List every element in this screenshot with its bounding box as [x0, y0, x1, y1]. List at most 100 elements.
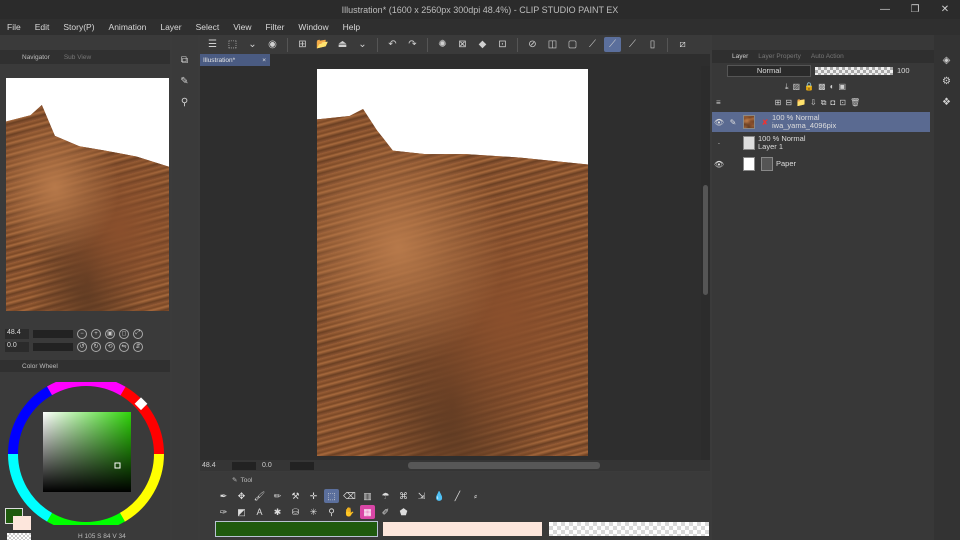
transfer-icon[interactable]: ⇩ — [810, 98, 817, 108]
opacity-value[interactable]: 100 — [897, 66, 910, 75]
pattern-icon[interactable]: ▦ — [360, 505, 375, 519]
pencil-icon[interactable]: ✏ — [270, 489, 285, 503]
menu-window[interactable]: Window — [291, 22, 335, 32]
actual-size-icon[interactable]: ◻ — [119, 328, 129, 339]
layer-property-tab[interactable]: Layer Property — [758, 53, 801, 60]
airbrush-icon[interactable]: ✐ — [378, 505, 393, 519]
layer-search-icon[interactable]: ⧉ — [176, 53, 193, 68]
help-icon[interactable]: ⧄ — [674, 37, 691, 52]
color-wheel-tab[interactable]: Color Wheel — [22, 363, 58, 370]
pen-icon[interactable]: ✒ — [216, 489, 231, 503]
material-icon[interactable]: ❖ — [938, 95, 955, 110]
navigator-rotate-value[interactable]: 0.0 — [5, 341, 29, 352]
rotate-right-icon[interactable]: ↻ — [91, 341, 101, 352]
layer-row[interactable]: 👁 Paper — [712, 154, 930, 174]
new-raster-icon[interactable]: ⊞ — [775, 98, 782, 108]
deselect-icon[interactable]: ⊘ — [524, 37, 541, 52]
menu-help[interactable]: Help — [336, 22, 367, 32]
layers-icon[interactable]: ◈ — [938, 53, 955, 68]
zoom-icon[interactable]: ⚲ — [324, 505, 339, 519]
menu-filter[interactable]: Filter — [259, 22, 292, 32]
status-zoom-slider[interactable] — [232, 461, 256, 470]
menu-animation[interactable]: Animation — [102, 22, 154, 32]
transparent-color-bar[interactable] — [549, 522, 709, 536]
balloon-icon[interactable]: ✱ — [270, 505, 285, 519]
color-icon[interactable]: ▣ — [838, 82, 846, 92]
tool-tab[interactable]: ✎ Tool — [232, 475, 272, 485]
close-tab-icon[interactable]: × — [262, 57, 266, 64]
clip-studio-icon[interactable]: ⬚ — [224, 37, 241, 52]
shape-icon[interactable]: ⌘ — [396, 489, 411, 503]
eye-icon[interactable]: · — [712, 139, 726, 148]
tools-icon[interactable]: ⚒ — [288, 489, 303, 503]
snap-ruler-icon[interactable]: ⟋ — [584, 37, 601, 52]
sparkle-icon[interactable]: ✳ — [306, 505, 321, 519]
document-tab[interactable]: Illustration* × — [200, 54, 270, 66]
mask-off-icon[interactable]: ✘ — [758, 118, 772, 127]
main-color-bar[interactable] — [215, 521, 378, 537]
menu-file[interactable]: File — [0, 22, 28, 32]
pen-tool-icon[interactable]: ✎ — [176, 74, 193, 89]
lock-icon[interactable]: 🔒 — [804, 82, 814, 92]
dropper-icon[interactable]: ⸗ — [468, 489, 483, 503]
transparent-color-swatch[interactable] — [7, 533, 31, 540]
eye-icon[interactable]: 👁 — [712, 118, 726, 127]
navigator-preview[interactable] — [6, 78, 169, 311]
delete-layer-icon[interactable]: 🗑 — [850, 98, 860, 108]
decoration-icon[interactable]: ⬟ — [396, 505, 411, 519]
clear-icon[interactable]: ⊠ — [454, 37, 471, 52]
text-icon[interactable]: A — [252, 505, 267, 519]
menu-view[interactable]: View — [226, 22, 258, 32]
menu-select[interactable]: Select — [189, 22, 227, 32]
menu-edit[interactable]: Edit — [28, 22, 57, 32]
phone-icon[interactable]: ▯ — [644, 37, 661, 52]
brush-icon[interactable]: 🖌 — [252, 489, 267, 503]
blend-mode-select[interactable]: Normal — [727, 64, 811, 77]
flip-horizontal-icon[interactable]: ⇋ — [119, 341, 129, 352]
gear-icon[interactable]: ⚙ — [938, 74, 955, 89]
magnify-icon[interactable]: ⚲ — [176, 95, 193, 110]
save-icon[interactable]: ⏏ — [334, 37, 351, 52]
chevron-down-icon[interactable]: ⌄ — [354, 37, 371, 52]
reset-rotate-icon[interactable]: ⟲ — [105, 341, 115, 352]
marker-icon[interactable]: ✑ — [216, 505, 231, 519]
hand-icon[interactable]: ✋ — [342, 505, 357, 519]
open-file-icon[interactable]: 📂 — [314, 37, 331, 52]
navigator-zoom-value[interactable]: 48.4 — [5, 328, 29, 339]
maximize-button[interactable]: ❐ — [900, 0, 930, 19]
layer-tab[interactable]: Layer — [732, 53, 748, 60]
status-rotate-slider[interactable] — [290, 461, 314, 470]
opacity-slider[interactable] — [815, 66, 893, 75]
horizontal-scroll-thumb[interactable] — [408, 462, 600, 469]
snap-grid-icon[interactable]: ⟋ — [624, 37, 641, 52]
flip-vertical-icon[interactable]: ⇵ — [133, 341, 143, 352]
apply-mask-icon[interactable]: ⊡ — [839, 98, 846, 108]
menu-icon[interactable]: ☰ — [204, 37, 221, 52]
eyedropper-icon[interactable]: 💧 — [432, 489, 447, 503]
eye-icon[interactable]: 👁 — [712, 160, 726, 169]
fill-icon[interactable]: ◆ — [474, 37, 491, 52]
loading-icon[interactable]: ✺ — [434, 37, 451, 52]
eraser-icon[interactable]: ⌫ — [342, 489, 357, 503]
fit-icon[interactable]: ▣ — [105, 328, 115, 339]
gradient-icon[interactable]: ▥ — [360, 489, 375, 503]
minimize-button[interactable]: — — [870, 0, 900, 19]
new-folder-icon[interactable]: 📁 — [796, 98, 806, 108]
navigator-tab[interactable]: Navigator — [22, 54, 50, 61]
chevron-down-icon[interactable]: ⌄ — [244, 37, 261, 52]
mask-icon[interactable]: ◐ — [830, 82, 835, 92]
layer-row[interactable]: · 100 % Normal Layer 1 — [712, 133, 930, 153]
combine-icon[interactable]: ⧉ — [821, 98, 827, 108]
line-icon[interactable]: ╱ — [450, 489, 465, 503]
rotate-slider[interactable] — [33, 342, 73, 351]
clip-layer-icon[interactable]: ⤓ — [785, 82, 789, 92]
reference-layer-icon[interactable]: ▨ — [793, 82, 801, 92]
zoom-slider[interactable] — [33, 329, 73, 338]
blend-icon[interactable]: ☂ — [378, 489, 393, 503]
sub-color-bar[interactable] — [383, 522, 542, 536]
vertical-scroll-thumb[interactable] — [703, 185, 708, 295]
layer-row[interactable]: 👁 ✎ ✘ 100 % Normal iwa_yama_4096pix — [712, 112, 930, 132]
mask-add-icon[interactable]: ◘ — [830, 98, 835, 108]
sub-color-swatch[interactable] — [13, 516, 31, 530]
canvas[interactable] — [317, 69, 588, 456]
